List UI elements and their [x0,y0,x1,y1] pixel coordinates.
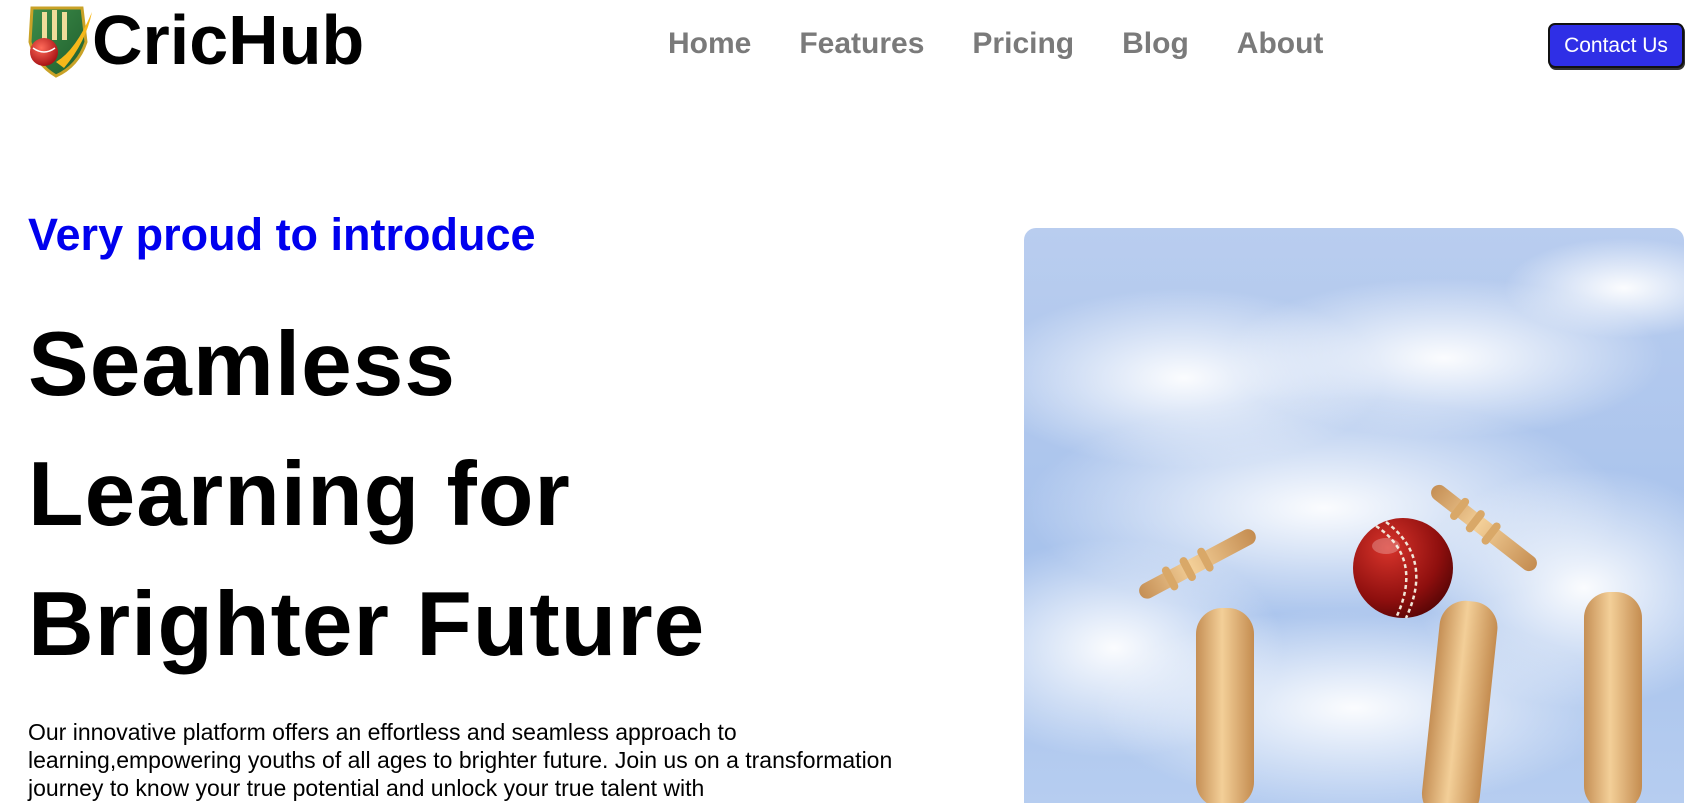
contact-us-button[interactable]: Contact Us [1548,23,1684,68]
cricket-stumps-ball-sky-image [1024,228,1684,803]
hero-eyebrow: Very proud to introduce [28,209,536,260]
cricket-shield-logo-icon [28,6,92,78]
brand-name: CricHub [92,1,365,79]
nav-about-link[interactable]: About [1237,26,1324,62]
nav-pricing-link[interactable]: Pricing [972,26,1074,62]
nav-blog-link[interactable]: Blog [1122,26,1189,62]
nav-home-link[interactable]: Home [668,26,751,62]
brand-logo[interactable]: CricHub [26,2,364,78]
headline-line-1: Seamless [28,314,456,415]
site-header: CricHub Home Features Pricing Blog About… [0,0,1703,92]
hero-headline: Seamless Learning for Brighter Future [28,300,928,690]
hero-description: Our innovative platform offers an effort… [28,719,893,801]
headline-line-2: Learning for [28,444,571,545]
headline-line-3: Brighter Future [28,574,706,675]
nav-features-link[interactable]: Features [799,26,924,62]
main-nav: Home Features Pricing Blog About [668,26,1323,62]
